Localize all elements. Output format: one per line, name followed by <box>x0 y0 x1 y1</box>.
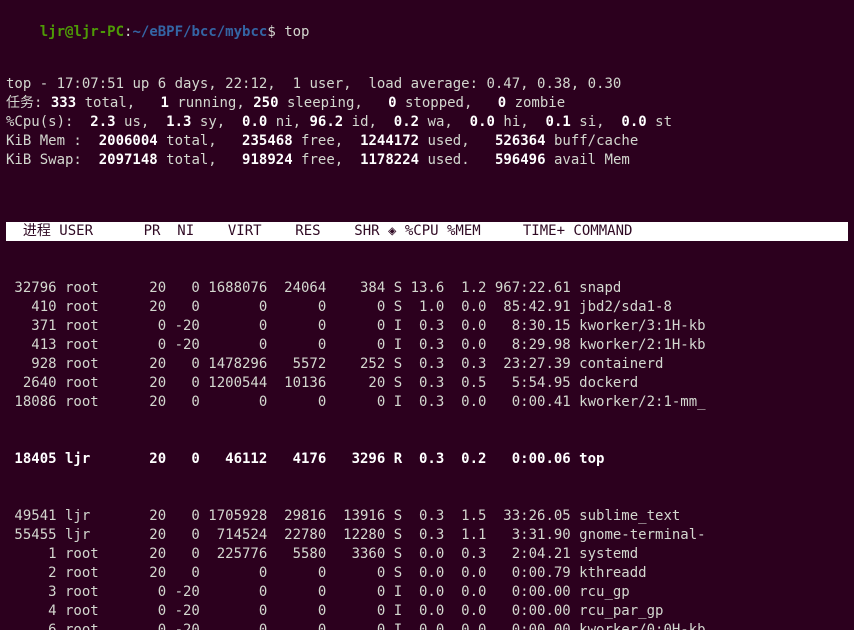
table-row: 928 root 20 0 1478296 5572 252 S 0.3 0.3… <box>6 355 848 374</box>
top-summary-uptime: top - 17:07:51 up 6 days, 22:12, 1 user,… <box>6 75 848 94</box>
prompt-path: ~/eBPF/bcc/mybcc <box>132 24 267 40</box>
table-row: 413 root 0 -20 0 0 0 I 0.3 0.0 8:29.98 k… <box>6 336 848 355</box>
top-summary-tasks: 任务: 333 total, 1 running, 250 sleeping, … <box>6 94 848 113</box>
table-row: 1 root 20 0 225776 5580 3360 S 0.0 0.3 2… <box>6 545 848 564</box>
table-row: 2640 root 20 0 1200544 10136 20 S 0.3 0.… <box>6 374 848 393</box>
table-row: 18086 root 20 0 0 0 0 I 0.3 0.0 0:00.41 … <box>6 393 848 412</box>
table-row: 49541 ljr 20 0 1705928 29816 13916 S 0.3… <box>6 507 848 526</box>
prompt-dollar: $ <box>267 24 275 40</box>
prompt-user: ljr <box>40 24 65 40</box>
table-row: 55455 ljr 20 0 714524 22780 12280 S 0.3 … <box>6 526 848 545</box>
table-header: 进程 USER PR NI VIRT RES SHR ◈ %CPU %MEM T… <box>6 222 848 241</box>
shell-prompt: ljr@ljr-PC:~/eBPF/bcc/mybcc$ top <box>6 4 848 61</box>
table-row-current: 18405 ljr 20 0 46112 4176 3296 R 0.3 0.2… <box>6 450 848 469</box>
top-summary-cpu: %Cpu(s): 2.3 us, 1.3 sy, 0.0 ni, 96.2 id… <box>6 113 848 132</box>
table-row: 4 root 0 -20 0 0 0 I 0.0 0.0 0:00.00 rcu… <box>6 602 848 621</box>
table-row: 2 root 20 0 0 0 0 S 0.0 0.0 0:00.79 kthr… <box>6 564 848 583</box>
prompt-host: ljr-PC <box>73 24 124 40</box>
table-row: 410 root 20 0 0 0 0 S 1.0 0.0 85:42.91 j… <box>6 298 848 317</box>
table-row: 32796 root 20 0 1688076 24064 384 S 13.6… <box>6 279 848 298</box>
top-summary-swap: KiB Swap: 2097148 total, 918924 free, 11… <box>6 151 848 170</box>
process-table: 进程 USER PR NI VIRT RES SHR ◈ %CPU %MEM T… <box>6 184 848 630</box>
top-summary-mem: KiB Mem : 2006004 total, 235468 free, 12… <box>6 132 848 151</box>
table-row: 371 root 0 -20 0 0 0 I 0.3 0.0 8:30.15 k… <box>6 317 848 336</box>
command-text: top <box>284 24 309 40</box>
table-row: 6 root 0 -20 0 0 0 I 0.0 0.0 0:00.00 kwo… <box>6 621 848 630</box>
terminal-window[interactable]: ljr@ljr-PC:~/eBPF/bcc/mybcc$ top top - 1… <box>0 0 854 630</box>
table-row: 3 root 0 -20 0 0 0 I 0.0 0.0 0:00.00 rcu… <box>6 583 848 602</box>
